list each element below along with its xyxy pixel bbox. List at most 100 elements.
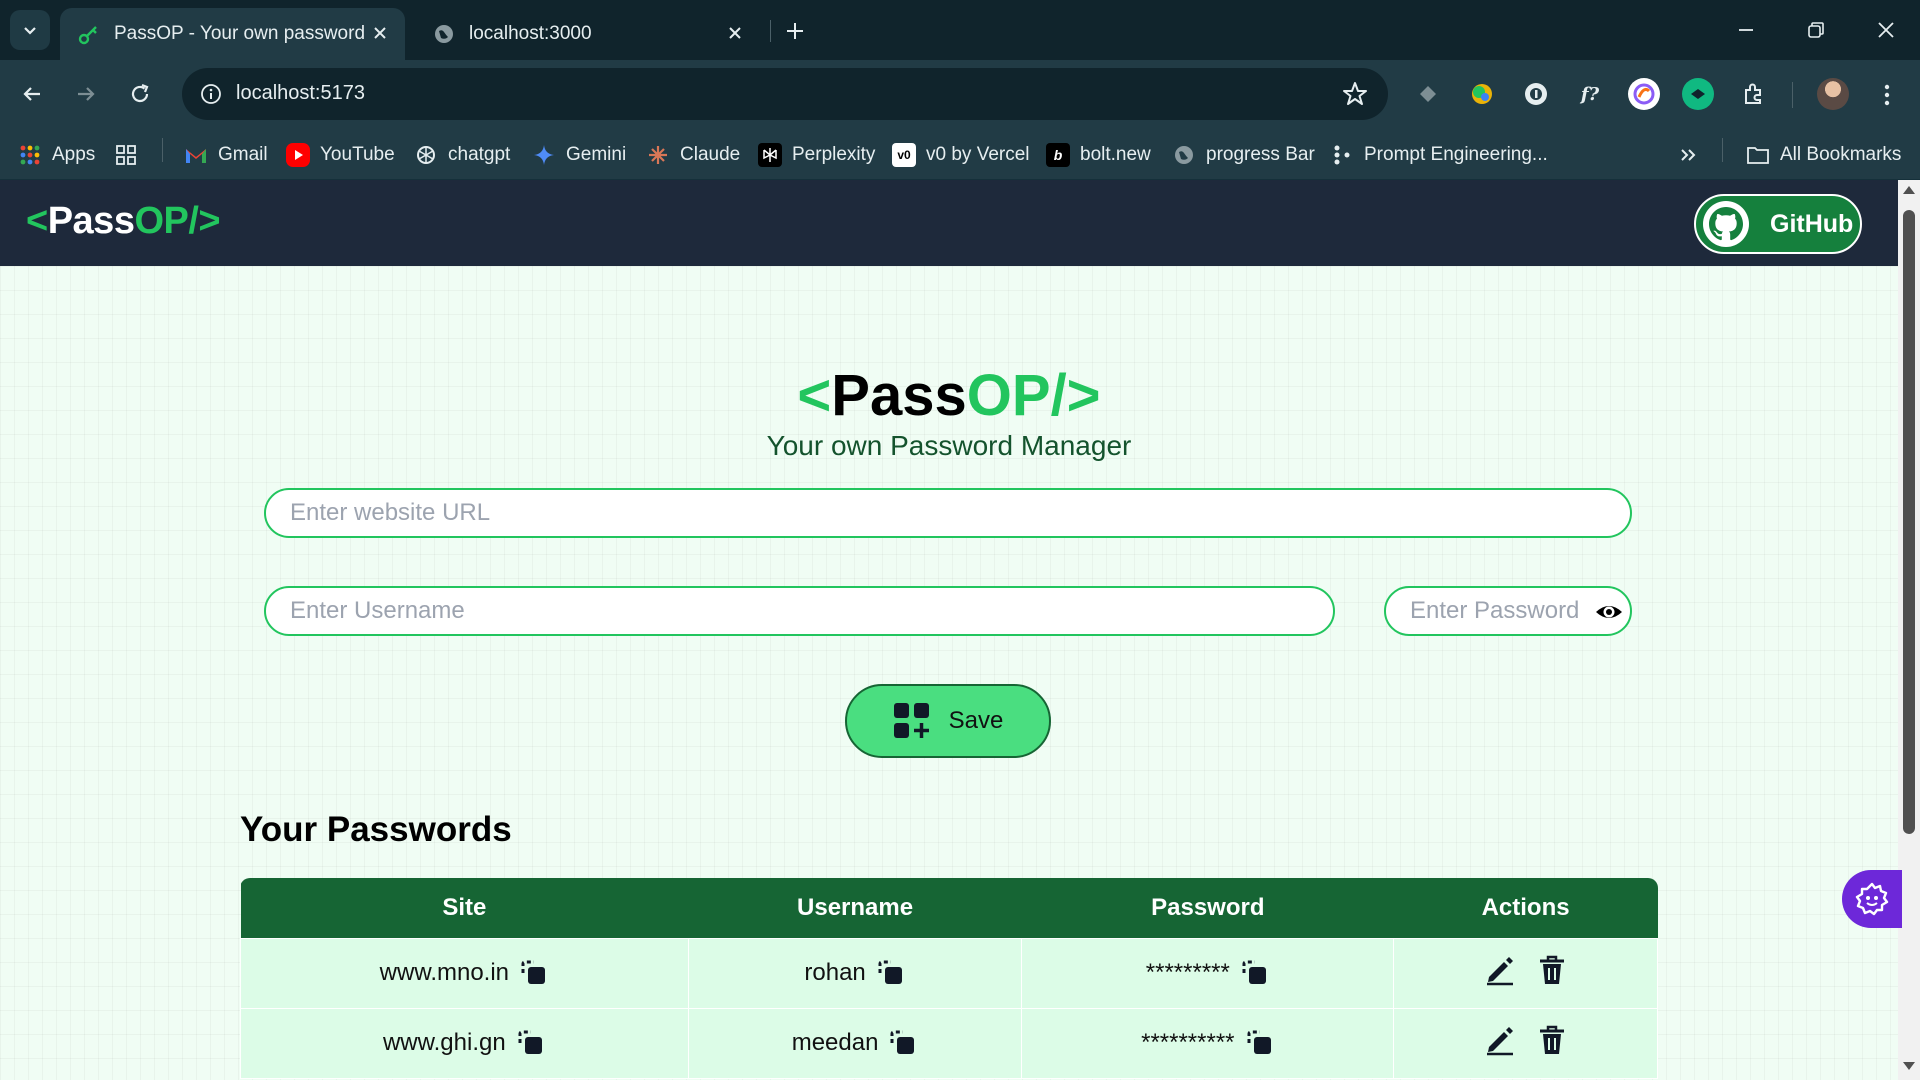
all-bookmarks-button[interactable]: All Bookmarks [1746, 140, 1901, 170]
bookmark-perplexity[interactable]: Perplexity [758, 140, 875, 170]
eye-icon[interactable] [1594, 597, 1624, 627]
copy-icon[interactable] [1245, 1028, 1275, 1058]
github-button[interactable]: GitHub [1694, 194, 1862, 254]
bookmarks-bar: Apps Gmail YouTube chatgpt Gemini Claude… [0, 130, 1920, 180]
gemini-icon [532, 143, 556, 167]
new-tab-button[interactable] [778, 14, 812, 48]
page-scrollbar[interactable] [1898, 180, 1920, 1080]
perplexity-icon [758, 143, 782, 167]
close-tab-icon[interactable] [369, 22, 391, 44]
hero-op: OP/> [966, 363, 1101, 428]
bookmark-gemini[interactable]: Gemini [532, 140, 626, 170]
close-tab-icon[interactable] [724, 22, 746, 44]
table-row: www.ghi.gn meedan ********** [240, 1007, 1658, 1079]
bookmark-tab-groups[interactable] [114, 140, 148, 170]
actions-cell [1393, 937, 1658, 1009]
bookmark-star-icon[interactable] [1342, 81, 1368, 107]
bookmarks-overflow-button[interactable] [1678, 140, 1698, 170]
bookmark-progress-bar[interactable]: progress Bar [1172, 140, 1315, 170]
globe-icon [1172, 143, 1196, 167]
bookmark-label: Apps [52, 144, 96, 165]
gear-icon [1855, 882, 1889, 916]
floating-assistant-button[interactable] [1842, 870, 1902, 928]
browser-menu-button[interactable] [1872, 78, 1902, 112]
username-cell: meedan [687, 1007, 1023, 1079]
reload-button[interactable] [120, 74, 160, 114]
add-grid-icon [893, 703, 929, 738]
profile-avatar[interactable] [1817, 78, 1849, 110]
gmail-icon [184, 143, 208, 167]
forward-button[interactable] [66, 74, 106, 114]
bookmark-claude[interactable]: Claude [646, 140, 740, 170]
copy-icon[interactable] [888, 1028, 918, 1058]
back-button[interactable] [12, 74, 52, 114]
site-info-button[interactable] [196, 79, 226, 109]
browser-tab-strip: PassOP - Your own password m localhost:3… [0, 0, 1920, 60]
bookmark-label: Gemini [566, 144, 627, 165]
copy-icon[interactable] [519, 958, 549, 988]
save-button[interactable]: Save [845, 684, 1051, 758]
header-actions: Actions [1481, 893, 1570, 921]
website-url-input[interactable] [264, 488, 1632, 538]
apps-grid-icon [18, 143, 42, 167]
tab-search-button[interactable] [10, 10, 50, 50]
arrow-right-icon [78, 87, 95, 101]
close-icon [1878, 22, 1894, 38]
header-password: Password [1151, 893, 1265, 921]
bookmark-v0[interactable]: v0 v0 by Vercel [892, 140, 1030, 170]
arrow-left-icon [23, 87, 40, 101]
folder-icon [1746, 143, 1770, 167]
tab-title: localhost:3000 [469, 23, 592, 44]
bookmark-separator [1722, 138, 1723, 162]
site-link[interactable]: www.mno.in [380, 959, 509, 987]
swirl-ext-icon[interactable] [1628, 78, 1660, 110]
bookmark-youtube[interactable]: YouTube [286, 140, 395, 170]
bookmark-label: Claude [680, 144, 741, 165]
address-bar[interactable]: localhost:5173 [182, 68, 1388, 120]
trash-icon[interactable] [1535, 953, 1569, 987]
passwords-table: Site Username Password Actions www.mno.i… [240, 878, 1658, 1080]
bookmark-chatgpt[interactable]: chatgpt [414, 140, 510, 170]
tab-localhost-3000[interactable]: localhost:3000 [415, 8, 760, 60]
header-username: Username [797, 893, 914, 921]
color-ext-icon[interactable] [1466, 78, 1498, 110]
password-ext-icon[interactable] [1520, 78, 1552, 110]
minimize-button[interactable] [1724, 10, 1768, 50]
chat-ext-icon[interactable] [1682, 78, 1714, 110]
bookmark-label: Gmail [218, 144, 268, 165]
bookmark-bolt[interactable]: b bolt.new [1046, 140, 1151, 170]
username-input[interactable] [264, 586, 1335, 636]
copy-icon[interactable] [516, 1028, 546, 1058]
site-link[interactable]: www.ghi.gn [383, 1029, 506, 1057]
restore-button[interactable] [1794, 10, 1838, 50]
password-cell: ********** [1021, 1007, 1395, 1079]
scroll-thumb[interactable] [1903, 210, 1915, 834]
bookmark-label: chatgpt [448, 144, 511, 165]
extensions-icon[interactable] [1738, 78, 1770, 110]
tab-passop[interactable]: PassOP - Your own password m [60, 8, 405, 60]
actions-cell [1393, 1007, 1658, 1079]
bookmark-label: progress Bar [1206, 144, 1315, 165]
password-masked: ********* [1145, 959, 1230, 986]
save-label: Save [948, 707, 1004, 734]
globe-icon [435, 25, 453, 43]
bookmark-apps[interactable]: Apps [18, 140, 95, 170]
navbar-logo[interactable]: <PassOP/> [26, 200, 221, 243]
restore-icon [1808, 22, 1824, 38]
fx-ext-icon[interactable]: f? [1574, 78, 1606, 110]
scroll-down-arrow[interactable] [1903, 1062, 1915, 1070]
puzzle-ext-icon[interactable] [1412, 78, 1444, 110]
edit-icon[interactable] [1483, 1023, 1517, 1057]
bookmark-label: v0 by Vercel [926, 144, 1030, 165]
bookmark-gmail[interactable]: Gmail [184, 140, 268, 170]
copy-icon[interactable] [1240, 958, 1270, 988]
copy-icon[interactable] [876, 958, 906, 988]
bookmark-separator [162, 138, 163, 162]
passwords-heading: Your Passwords [240, 810, 512, 849]
trash-icon[interactable] [1535, 1023, 1569, 1057]
bookmark-prompt-engineering[interactable]: Prompt Engineering... [1330, 140, 1548, 170]
tab-separator [770, 20, 771, 42]
scroll-up-arrow[interactable] [1903, 186, 1915, 194]
edit-icon[interactable] [1483, 953, 1517, 987]
close-window-button[interactable] [1864, 10, 1908, 50]
